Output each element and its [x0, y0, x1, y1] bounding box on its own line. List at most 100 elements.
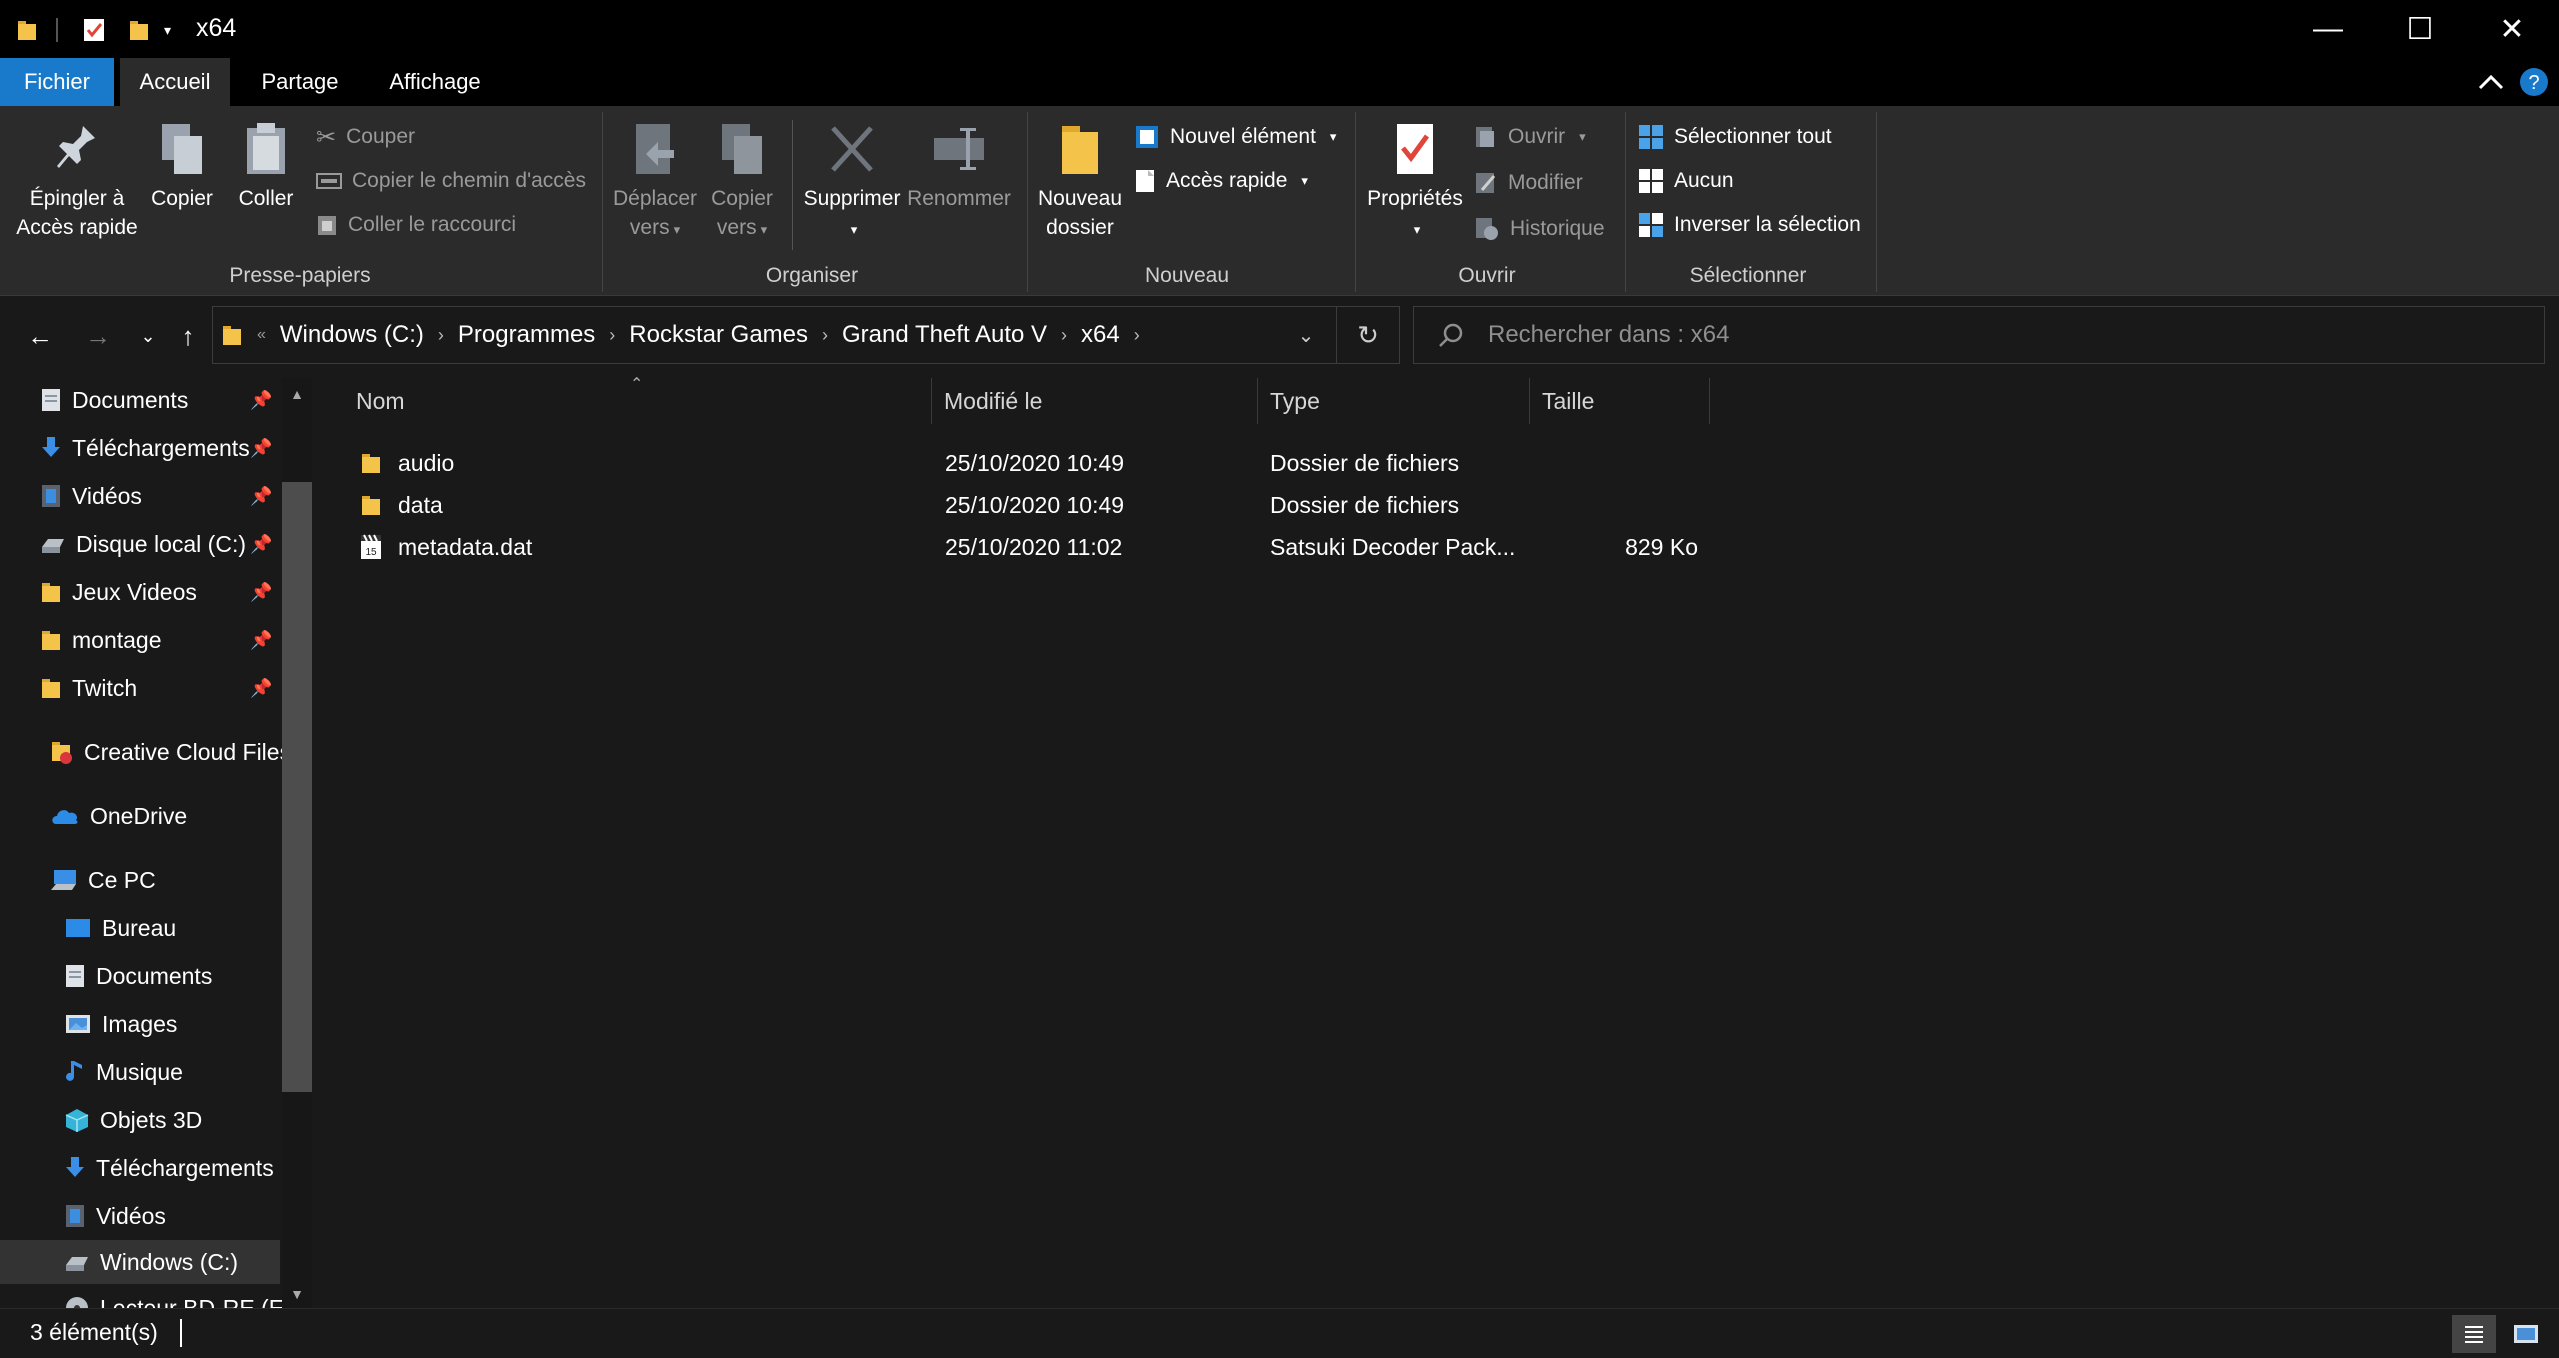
- tab-view[interactable]: Affichage: [374, 58, 496, 106]
- nav-item-videos[interactable]: Vidéos: [40, 474, 250, 518]
- pin-icon[interactable]: 📌: [250, 534, 272, 555]
- breadcrumb-rockstar[interactable]: Rockstar Games: [629, 321, 808, 349]
- pin-quick-access-button[interactable]: Épingler à Accès rapide: [10, 120, 144, 242]
- forward-button[interactable]: →: [78, 316, 118, 356]
- breadcrumb-programmes[interactable]: Programmes: [458, 321, 595, 349]
- svg-text:15: 15: [365, 547, 377, 558]
- tab-home[interactable]: Accueil: [120, 58, 230, 106]
- chevron-right-icon[interactable]: ›: [1134, 325, 1140, 346]
- nav-item-montage[interactable]: montage: [40, 618, 250, 662]
- scroll-down-icon[interactable]: ▼: [282, 1284, 312, 1304]
- nav-item-pictures[interactable]: Images: [64, 1002, 282, 1046]
- column-header-name[interactable]: Nom: [312, 378, 932, 424]
- easy-access-button[interactable]: Accès rapide ▾: [1134, 164, 1308, 198]
- recent-locations-button[interactable]: ⌄: [128, 316, 168, 356]
- maximize-button[interactable]: ☐: [2374, 0, 2466, 58]
- nav-item-this-pc[interactable]: Ce PC: [50, 858, 282, 902]
- cut-button[interactable]: ✂ Couper: [316, 120, 415, 154]
- invert-selection-button[interactable]: Inverser la sélection: [1638, 208, 1861, 242]
- refresh-icon[interactable]: ↻: [1337, 320, 1399, 351]
- pin-icon[interactable]: 📌: [250, 678, 272, 699]
- chevron-right-icon[interactable]: ›: [822, 325, 828, 346]
- nav-item-desktop[interactable]: Bureau: [64, 906, 282, 950]
- paste-button[interactable]: Coller: [228, 120, 304, 213]
- search-input[interactable]: [1488, 321, 2388, 349]
- nav-item-jeux-videos[interactable]: Jeux Videos: [40, 570, 250, 614]
- back-button[interactable]: ←: [20, 316, 60, 356]
- nav-item-windows-c[interactable]: Windows (C:): [0, 1240, 280, 1284]
- properties-button[interactable]: Propriétés ▾: [1362, 120, 1468, 244]
- details-view-button[interactable]: [2452, 1315, 2496, 1353]
- nav-item-downloads[interactable]: Téléchargements: [40, 426, 250, 470]
- column-header-type[interactable]: Type: [1258, 378, 1530, 424]
- table-row[interactable]: 15 metadata.dat 25/10/2020 11:02 Satsuki…: [312, 526, 2559, 568]
- group-label-clipboard: Presse-papiers: [229, 264, 371, 287]
- nav-item-twitch[interactable]: Twitch: [40, 666, 250, 710]
- customize-toolbar-icon[interactable]: ▾: [164, 22, 171, 39]
- paste-shortcut-button[interactable]: Coller le raccourci: [316, 208, 516, 242]
- videos-icon: [42, 485, 60, 507]
- breadcrumb-drive[interactable]: Windows (C:): [280, 321, 424, 349]
- move-to-button[interactable]: Déplacer vers ▾: [608, 120, 702, 244]
- new-folder-icon[interactable]: [128, 18, 150, 42]
- tab-file[interactable]: Fichier: [0, 58, 114, 106]
- nav-item-pc-downloads[interactable]: Téléchargements: [64, 1146, 282, 1190]
- nav-item-local-disk[interactable]: Disque local (C:): [40, 522, 250, 566]
- nav-item-music[interactable]: Musique: [64, 1050, 282, 1094]
- nav-item-creative-cloud[interactable]: Creative Cloud Files: [50, 730, 282, 774]
- quick-access-toolbar: ▾: [16, 16, 171, 44]
- address-history-dropdown-icon[interactable]: ⌄: [1276, 323, 1336, 348]
- nav-item-3d-objects[interactable]: Objets 3D: [64, 1098, 282, 1142]
- minimize-button[interactable]: —: [2282, 0, 2374, 58]
- select-all-button[interactable]: Sélectionner tout: [1638, 120, 1832, 154]
- delete-button[interactable]: Supprimer ▾: [798, 120, 906, 244]
- chevron-right-icon[interactable]: ›: [438, 325, 444, 346]
- help-icon[interactable]: ?: [2519, 67, 2549, 97]
- properties-icon[interactable]: [82, 17, 106, 43]
- breadcrumb-x64[interactable]: x64: [1081, 321, 1120, 349]
- copy-to-button[interactable]: Copier vers ▾: [702, 120, 782, 244]
- ribbon: Épingler à Accès rapide Copier Coller ✂ …: [0, 106, 2559, 296]
- edit-button[interactable]: Modifier: [1474, 166, 1583, 200]
- file-name: data: [398, 491, 443, 518]
- nav-scrollbar-thumb[interactable]: [282, 482, 312, 1092]
- pin-icon[interactable]: 📌: [250, 582, 272, 603]
- file-size: [1532, 484, 1712, 526]
- large-icons-view-button[interactable]: [2504, 1315, 2548, 1353]
- select-none-button[interactable]: Aucun: [1638, 164, 1734, 198]
- chevron-right-icon[interactable]: ›: [1061, 325, 1067, 346]
- copy-button[interactable]: Copier: [144, 120, 220, 213]
- history-button[interactable]: Historique: [1474, 212, 1605, 246]
- copy-path-button[interactable]: Copier le chemin d'accès: [316, 164, 586, 198]
- address-field[interactable]: « Windows (C:) › Programmes › Rockstar G…: [212, 306, 1400, 364]
- scroll-up-icon[interactable]: ▲: [282, 384, 312, 404]
- pin-icon[interactable]: 📌: [250, 390, 272, 411]
- column-header-size[interactable]: Taille: [1530, 378, 1710, 424]
- table-row[interactable]: audio 25/10/2020 10:49 Dossier de fichie…: [312, 442, 2559, 484]
- search-box[interactable]: [1413, 306, 2545, 364]
- rename-button[interactable]: Renommer: [906, 120, 1012, 213]
- nav-item-pc-videos[interactable]: Vidéos: [64, 1194, 282, 1238]
- up-button[interactable]: ↑: [168, 316, 208, 356]
- pin-icon[interactable]: 📌: [250, 438, 272, 459]
- breadcrumb-gtav[interactable]: Grand Theft Auto V: [842, 321, 1047, 349]
- nav-item-onedrive[interactable]: OneDrive: [50, 794, 282, 838]
- nav-item-pc-documents[interactable]: Documents: [64, 954, 282, 998]
- window-title: x64: [196, 14, 237, 42]
- close-button[interactable]: ✕: [2466, 0, 2558, 58]
- nav-item-bd-drive[interactable]: Lecteur BD-RE (E:): [64, 1286, 282, 1308]
- column-header-modified[interactable]: Modifié le: [932, 378, 1258, 424]
- pin-icon[interactable]: 📌: [250, 486, 272, 507]
- arrow-right-icon: →: [85, 320, 111, 351]
- overflow-crumbs-icon[interactable]: «: [257, 326, 266, 344]
- chevron-right-icon[interactable]: ›: [609, 325, 615, 346]
- nav-item-documents[interactable]: Documents: [40, 378, 250, 422]
- pin-icon[interactable]: 📌: [250, 630, 272, 651]
- new-item-button[interactable]: Nouvel élément ▾: [1134, 120, 1336, 154]
- collapse-ribbon-icon[interactable]: [2477, 72, 2505, 92]
- new-folder-button[interactable]: Nouveau dossier: [1032, 120, 1128, 242]
- tab-share[interactable]: Partage: [250, 58, 350, 106]
- table-row[interactable]: data 25/10/2020 10:49 Dossier de fichier…: [312, 484, 2559, 526]
- open-button[interactable]: Ouvrir ▾: [1474, 120, 1586, 154]
- arrow-left-icon: ←: [27, 320, 53, 351]
